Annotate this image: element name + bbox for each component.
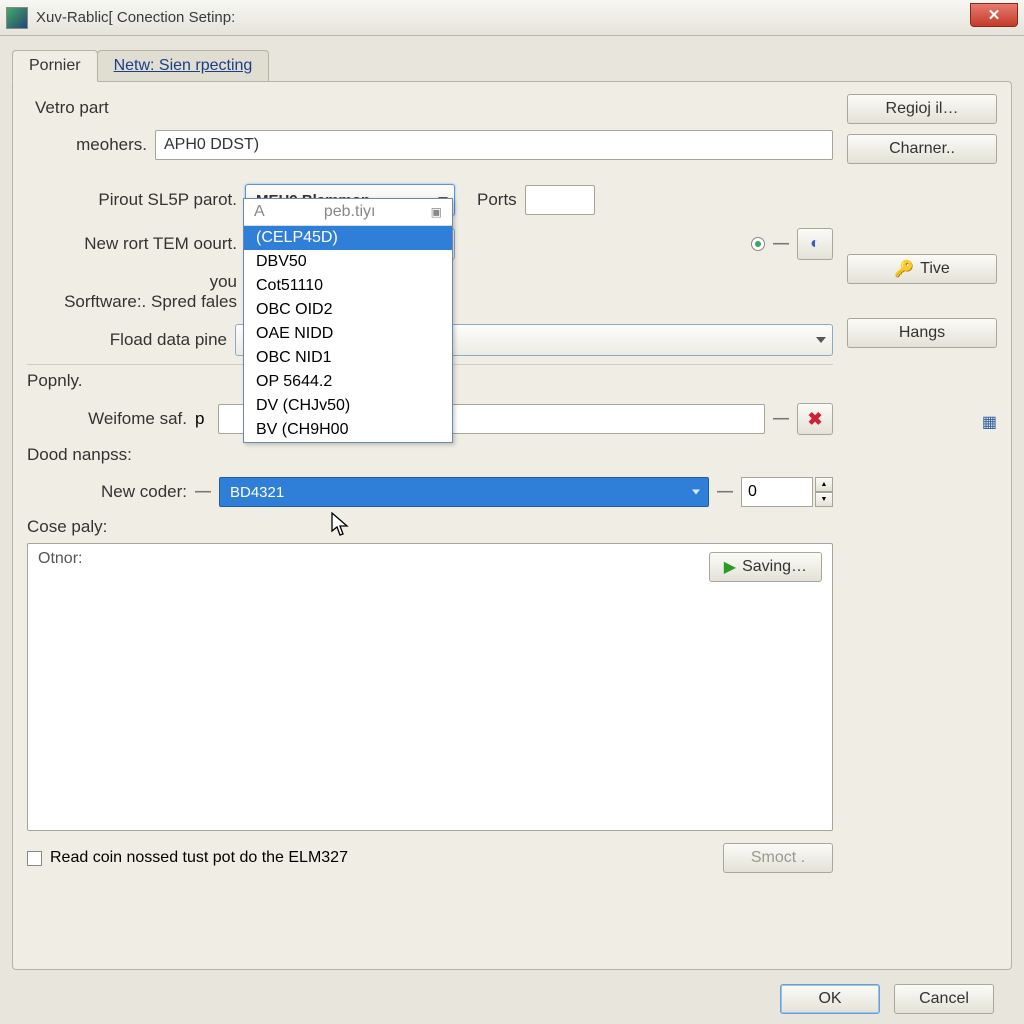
- dropdown-header: A peb.tiyı ▣: [244, 199, 452, 226]
- spin-control: ▲ ▼: [741, 477, 833, 507]
- chevron-down-icon: [816, 337, 826, 343]
- coder-combo-value: BD4321: [230, 484, 284, 501]
- dropdown-option[interactable]: OAE NIDD: [244, 322, 452, 346]
- label-you: you: [27, 272, 237, 292]
- tab-panel: Vetro part meohers. Pirout SL5P parot. M…: [12, 81, 1012, 970]
- group-vetro: Vetro part: [35, 98, 833, 118]
- dropdown-option[interactable]: (CELP45D): [244, 226, 452, 250]
- x-icon: ✖: [807, 409, 822, 430]
- regio-button[interactable]: Regioj il…: [847, 94, 997, 124]
- dialog-window: Xuv-Rablic[ Conection Setinp: Pornier Ne…: [0, 0, 1024, 1024]
- moon-icon: ◐: [810, 235, 820, 253]
- label-fload: Fload data pine: [27, 330, 227, 350]
- dropdown-option[interactable]: DBV50: [244, 250, 452, 274]
- close-button[interactable]: [970, 3, 1018, 27]
- window-title: Xuv-Rablic[ Conection Setinp:: [36, 9, 235, 26]
- label-meohers: meohers.: [27, 135, 147, 155]
- tab-strip: Pornier Netw: Sien rpecting: [12, 50, 1012, 81]
- tive-button[interactable]: 🔑 Tive: [847, 254, 997, 284]
- label-otnor: Otnor:: [38, 550, 82, 567]
- dropdown-option[interactable]: OBC OID2: [244, 298, 452, 322]
- label-newcoder: New coder:: [27, 482, 187, 502]
- meohers-input[interactable]: [155, 130, 833, 160]
- spin-up[interactable]: ▲: [815, 477, 833, 492]
- cancel-button[interactable]: Cancel: [894, 984, 994, 1014]
- spin-input[interactable]: [741, 477, 813, 507]
- play-icon: ▶: [724, 557, 736, 577]
- spin-down[interactable]: ▼: [815, 492, 833, 507]
- radio-option[interactable]: [751, 237, 765, 251]
- clear-button[interactable]: ✖: [797, 403, 833, 435]
- label-software: Sorftware:. Spred fales: [27, 292, 237, 312]
- label-weifome: Weifome saf.: [27, 409, 187, 429]
- side-column: Regioj il… Charner.. 🔑 Tive Hangs ▦: [847, 94, 997, 959]
- grid-icon[interactable]: ▦: [982, 412, 997, 432]
- moon-button[interactable]: ◐: [797, 228, 833, 260]
- group-dood: Dood nanpss:: [27, 445, 833, 465]
- key-icon: 🔑: [894, 259, 914, 279]
- cose-textarea[interactable]: Otnor: ▶ Saving…: [27, 543, 833, 831]
- tab-pornier[interactable]: Pornier: [12, 50, 98, 82]
- chevron-down-icon: [692, 490, 700, 495]
- label-ports: Ports: [477, 190, 517, 210]
- titlebar: Xuv-Rablic[ Conection Setinp:: [0, 0, 1024, 36]
- tab-netw[interactable]: Netw: Sien rpecting: [97, 50, 270, 81]
- saving-button[interactable]: ▶ Saving…: [709, 552, 822, 582]
- label-newport: New rort TEM oourt.: [27, 234, 237, 254]
- dropdown-option[interactable]: DV (CHJv50): [244, 394, 452, 418]
- dialog-footer: OK Cancel: [12, 970, 1012, 1014]
- ok-button[interactable]: OK: [780, 984, 880, 1014]
- dropdown-option[interactable]: Cot51110: [244, 274, 452, 298]
- dropdown-option[interactable]: OP 5644.2: [244, 370, 452, 394]
- weifome-p: p: [195, 409, 204, 429]
- dropdown-list: A peb.tiyı ▣ (CELP45D) DBV50 Cot51110 OB…: [243, 198, 453, 443]
- hangs-button[interactable]: Hangs: [847, 318, 997, 348]
- form-column: Vetro part meohers. Pirout SL5P parot. M…: [27, 94, 833, 959]
- elm327-checkbox[interactable]: [27, 851, 42, 866]
- checkbox-label: Read coin nossed tust pot do the ELM327: [50, 849, 348, 867]
- client-area: Pornier Netw: Sien rpecting Vetro part m…: [0, 36, 1024, 1024]
- dropdown-option[interactable]: OBC NID1: [244, 346, 452, 370]
- smoct-button[interactable]: Smoct .: [723, 843, 833, 873]
- charner-button[interactable]: Charner..: [847, 134, 997, 164]
- group-cose: Cose paly:: [27, 517, 833, 537]
- dropdown-option[interactable]: BV (CH9H00: [244, 418, 452, 442]
- app-icon: [6, 7, 28, 29]
- ports-input[interactable]: [525, 185, 595, 215]
- coder-combo[interactable]: BD4321: [219, 477, 709, 507]
- label-pirout: Pirout SL5P parot.: [27, 190, 237, 210]
